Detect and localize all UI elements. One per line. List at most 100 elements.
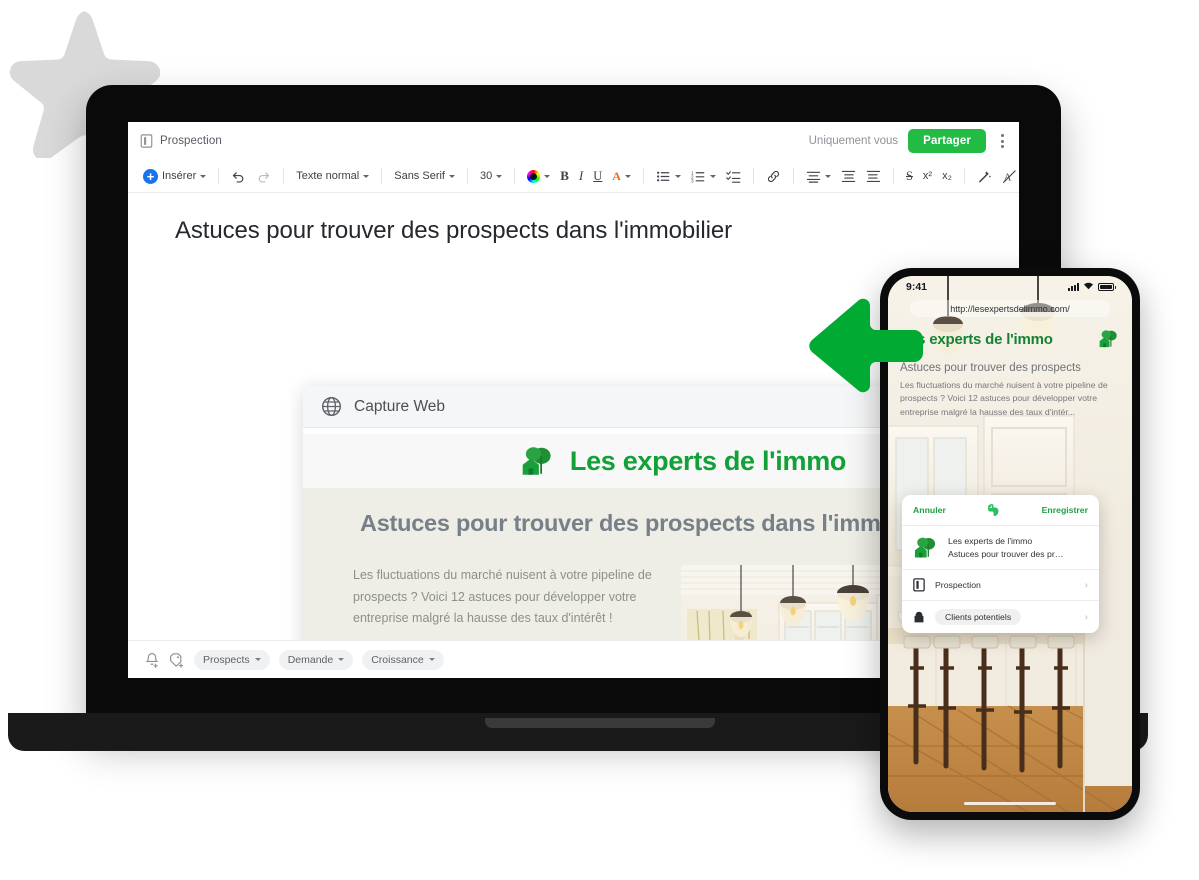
bold-label: B	[560, 168, 569, 183]
indent-increase-button[interactable]	[836, 166, 861, 187]
underline-label: U	[593, 168, 603, 183]
chip-prospects[interactable]: Prospects	[194, 649, 270, 670]
font-size-dropdown[interactable]: 30	[475, 167, 507, 185]
globe-icon	[321, 396, 342, 417]
add-reminder-icon[interactable]	[144, 652, 160, 668]
magic-wand-button[interactable]	[972, 166, 997, 187]
bold-button[interactable]: B	[555, 165, 574, 187]
phone-status-icons	[1068, 281, 1116, 293]
checklist-button[interactable]	[721, 166, 746, 187]
house-tree-logo-icon	[913, 536, 939, 560]
phone-modal-row-label: Prospection	[935, 580, 981, 591]
undo-icon	[231, 169, 246, 184]
subscript-button[interactable]: x₂	[937, 167, 957, 185]
phone-status-bar: 9:41	[888, 276, 1132, 298]
chevron-down-icon	[496, 174, 503, 178]
bulleted-list-button[interactable]	[651, 166, 686, 187]
chevron-down-icon	[544, 174, 551, 178]
font-size-label: 30	[479, 170, 493, 182]
chip-label: Croissance	[371, 653, 424, 666]
chevron-right-icon: ›	[1084, 579, 1088, 591]
doc-title-bar: Prospection Uniquement vous Partager	[128, 122, 1019, 160]
highlight-button[interactable]: A	[607, 166, 636, 187]
toolbar-divider	[514, 168, 516, 184]
doc-file-name: Prospection	[160, 135, 222, 147]
italic-label: I	[578, 168, 584, 183]
highlight-label: A	[612, 168, 621, 183]
phone-modal-row-label: Clients potentiels	[935, 609, 1022, 626]
insert-label: Insérer	[162, 170, 197, 182]
chip-demande[interactable]: Demande	[278, 649, 354, 670]
redo-button[interactable]	[251, 166, 276, 187]
undo-button[interactable]	[226, 166, 251, 187]
phone-modal-row-notebook[interactable]: Prospection ›	[902, 570, 1099, 602]
wifi-icon	[1083, 281, 1094, 293]
indent-decrease-button[interactable]	[861, 166, 886, 187]
doc-file-info[interactable]: Prospection	[140, 134, 222, 148]
doc-toolbar: + Insérer Texte normal Sans Serif 30 B I…	[128, 160, 1019, 193]
phone-note-title: Les experts de l'immo	[948, 536, 1033, 546]
phone-modal-header: Annuler Enregistrer	[902, 495, 1099, 526]
toolbar-divider	[642, 168, 644, 184]
phone-modal-row-tag[interactable]: Clients potentiels ›	[902, 601, 1099, 633]
toolbar-divider	[792, 168, 794, 184]
phone-note-preview[interactable]: Les experts de l'immo Astuces pour trouv…	[902, 526, 1099, 571]
numbered-list-icon: 123	[691, 169, 706, 184]
notebook-icon	[913, 578, 925, 592]
font-family-label: Sans Serif	[394, 170, 445, 182]
superscript-label: x²	[922, 170, 933, 182]
chip-label: Prospects	[203, 653, 250, 666]
house-tree-logo-icon	[1098, 329, 1120, 349]
chevron-down-icon	[254, 658, 261, 661]
doc-title-actions: Uniquement vous Partager	[809, 129, 1009, 153]
chevron-down-icon	[338, 658, 345, 661]
strikethrough-button[interactable]: S	[901, 166, 918, 187]
phone-clock: 9:41	[906, 281, 928, 293]
text-color-button[interactable]	[522, 167, 555, 186]
paragraph-style-dropdown[interactable]: Texte normal	[291, 167, 374, 185]
web-clipper-title: Capture Web	[354, 397, 446, 415]
chevron-down-icon	[363, 174, 370, 178]
italic-button[interactable]: I	[574, 165, 588, 187]
phone-url-bar[interactable]: http://lesexpertsdelimmo.com/	[910, 300, 1110, 317]
chip-croissance[interactable]: Croissance	[362, 649, 444, 670]
font-family-dropdown[interactable]: Sans Serif	[389, 167, 460, 185]
add-tag-icon[interactable]	[169, 652, 185, 668]
indent-decrease-icon	[866, 169, 881, 184]
house-tree-logo-icon	[520, 445, 556, 477]
phone-note-texts: Les experts de l'immo Astuces pour trouv…	[948, 535, 1063, 560]
share-button[interactable]: Partager	[908, 129, 986, 153]
kebab-menu-icon[interactable]	[996, 132, 1009, 150]
underline-button[interactable]: U	[588, 166, 607, 187]
phone-url-text: http://lesexpertsdelimmo.com/	[950, 303, 1070, 314]
plus-icon: +	[143, 168, 158, 184]
left-arrow-icon	[805, 298, 927, 393]
svg-text:3: 3	[691, 178, 694, 183]
toolbar-divider	[892, 168, 894, 184]
toolbar-divider	[283, 168, 285, 184]
chip-label: Demande	[287, 653, 334, 666]
align-button[interactable]	[801, 166, 836, 187]
clear-formatting-icon: A	[1002, 169, 1017, 184]
save-button[interactable]: Enregistrer	[1042, 505, 1088, 515]
tag-icon	[913, 610, 925, 624]
evernote-elephant-icon	[987, 503, 1000, 517]
toolbar-divider	[381, 168, 383, 184]
redo-icon	[256, 169, 271, 184]
indent-increase-icon	[841, 169, 856, 184]
toolbar-divider	[218, 168, 220, 184]
battery-icon	[1098, 283, 1116, 291]
chevron-down-icon	[200, 174, 207, 178]
superscript-button[interactable]: x²	[918, 167, 937, 185]
document-icon	[140, 134, 153, 148]
clear-formatting-button[interactable]: A	[997, 166, 1019, 187]
clipped-brand-name: Les experts de l'immo	[569, 445, 847, 476]
cancel-button[interactable]: Annuler	[913, 505, 946, 515]
numbered-list-button[interactable]: 123	[686, 166, 721, 187]
magic-wand-icon	[977, 169, 992, 184]
subscript-label: x₂	[942, 170, 952, 182]
link-icon	[766, 169, 781, 184]
link-button[interactable]	[761, 166, 786, 187]
toolbar-divider	[963, 168, 965, 184]
insert-button[interactable]: + Insérer	[138, 166, 211, 187]
